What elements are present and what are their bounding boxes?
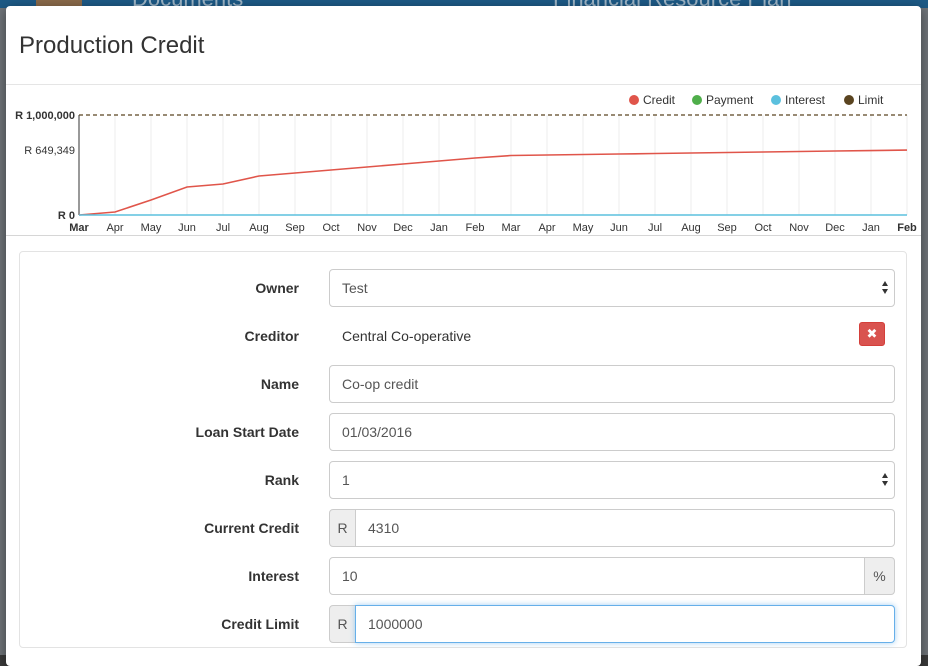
chart-y-tick-label: R 649,349	[24, 145, 75, 157]
interest-row: Interest 10 %	[20, 557, 906, 595]
credit-limit-input[interactable]: 1000000	[355, 605, 895, 643]
chart-x-tick-label: Jan	[430, 222, 448, 234]
close-icon: ✖	[866, 326, 878, 341]
chart-x-tick-label: Jan	[862, 222, 880, 234]
chart-y-tick-label: R 1,000,000	[15, 110, 75, 122]
chart-legend-label: Limit	[858, 93, 884, 107]
name-input[interactable]: Co-op credit	[329, 365, 895, 403]
chart-legend-label: Credit	[643, 93, 676, 107]
name-row: Name Co-op credit	[20, 365, 906, 403]
rank-value: 1	[342, 472, 350, 488]
chart-x-tick-label: Oct	[322, 222, 339, 234]
interest-value: 10	[342, 568, 358, 584]
modal-title: Production Credit	[19, 32, 205, 59]
current-credit-row: Current Credit R 4310	[20, 509, 906, 547]
interest-label: Interest	[248, 568, 299, 584]
current-credit-value: 4310	[368, 520, 400, 536]
chart-x-tick-label: Sep	[285, 222, 305, 234]
credit-limit-row: Credit Limit R 1000000	[20, 605, 906, 643]
chart-x-tick-label: Apr	[538, 222, 555, 234]
rank-select[interactable]: 1	[329, 461, 895, 499]
chart-legend-marker	[692, 95, 702, 105]
chart-legend-marker	[629, 95, 639, 105]
chart-x-tick-label: Feb	[466, 222, 485, 234]
chart-x-tick-label: Dec	[825, 222, 845, 234]
chart-x-tick-label: Dec	[393, 222, 413, 234]
chart-x-tick-label: Jul	[648, 222, 662, 234]
chart-x-tick-label: May	[573, 222, 594, 234]
credit-chart: R 1,000,000 R 649,349 R 0 Mar Apr May Jun Jul Au…	[6, 85, 921, 236]
chart-legend-marker	[844, 95, 854, 105]
chart-x-tick-label: Nov	[357, 222, 377, 234]
chart-x-tick-label: Jun	[610, 222, 628, 234]
select-arrows-icon	[881, 473, 889, 489]
currency-prefix: R	[329, 509, 356, 547]
credit-limit-label: Credit Limit	[221, 616, 299, 632]
modal-header: Production Credit	[6, 6, 921, 85]
rank-label: Rank	[264, 472, 299, 488]
currency-prefix: R	[329, 605, 356, 643]
credit-chart-svg: R 1,000,000R 649,349R 0Mar Apr May Jun Jul Au…	[15, 93, 917, 234]
owner-value: Test	[342, 280, 368, 296]
interest-input[interactable]: 10	[329, 557, 865, 595]
current-credit-input[interactable]: 4310	[355, 509, 895, 547]
loan-start-date-input[interactable]: 01/03/2016	[329, 413, 895, 451]
chart-x-tick-label: Mar	[502, 222, 521, 234]
owner-label: Owner	[255, 280, 299, 296]
chart-legend-label: Payment	[706, 93, 754, 107]
name-value: Co-op credit	[342, 376, 419, 392]
chart-x-tick-label: Aug	[681, 222, 701, 234]
chart-y-tick-label: R 0	[58, 210, 75, 222]
chart-x-tick-label: Feb	[897, 222, 917, 234]
chart-x-tick-label: Oct	[754, 222, 771, 234]
chart-series-line-credit	[78, 149, 908, 216]
loan-start-date-value: 01/03/2016	[342, 424, 413, 440]
chart-x-tick-label: Aug	[249, 222, 269, 234]
chart-x-tick-label: Jun	[178, 222, 196, 234]
select-arrows-icon	[881, 281, 889, 297]
chart-legend-label: Interest	[785, 93, 826, 107]
production-credit-dialog: Production Credit R 1,000,000 R 649,349 R …	[6, 6, 921, 666]
creditor-value: Central Co-operative	[342, 328, 472, 344]
owner-select[interactable]: Test	[329, 269, 895, 307]
percent-suffix: %	[864, 557, 895, 595]
current-credit-label: Current Credit	[204, 520, 299, 536]
owner-row: Owner Test	[20, 269, 906, 307]
creditor-label: Creditor	[244, 328, 299, 344]
loan-start-date-label: Loan Start Date	[195, 424, 299, 440]
chart-legend-marker	[771, 95, 781, 105]
chart-x-tick-label: Nov	[789, 222, 809, 234]
creditor-row: Creditor Central Co-operative ✖	[20, 317, 906, 355]
chart-x-tick-label: Apr	[106, 222, 123, 234]
name-label: Name	[260, 376, 299, 392]
chart-x-tick-label: Mar	[69, 222, 89, 234]
chart-x-tick-label: Sep	[717, 222, 737, 234]
credit-form: Owner Test Creditor Central Co-operative…	[19, 251, 907, 648]
remove-creditor-button[interactable]: ✖	[859, 322, 885, 346]
loan-start-date-row: Loan Start Date 01/03/2016	[20, 413, 906, 451]
credit-limit-value: 1000000	[368, 616, 423, 632]
rank-row: Rank 1	[20, 461, 906, 499]
chart-x-tick-label: May	[141, 222, 162, 234]
chart-x-tick-label: Jul	[216, 222, 230, 234]
